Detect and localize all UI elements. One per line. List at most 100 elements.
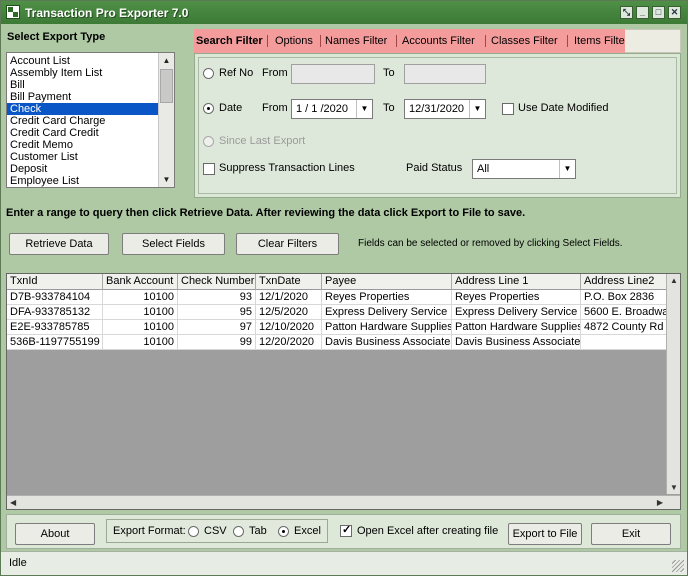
use-date-modified-checkbox[interactable] — [502, 103, 514, 115]
format-excel-radio[interactable] — [278, 526, 289, 537]
open-excel-checkbox[interactable] — [340, 523, 352, 537]
select-fields-hint: Fields can be selected or removed by cli… — [358, 238, 623, 249]
cell-bank-account: 10100 — [103, 305, 178, 320]
cell-address-2: 4872 County Rd — [581, 320, 673, 335]
chevron-down-icon[interactable]: ▼ — [469, 100, 485, 118]
list-item[interactable]: Credit Card Charge — [7, 115, 159, 127]
date-from-picker[interactable]: 1 / 1 /2020 ▼ — [291, 99, 373, 119]
scroll-up-icon[interactable]: ▲ — [159, 53, 174, 68]
since-last-export-radio[interactable] — [203, 136, 214, 147]
tab-classes-filter[interactable]: Classes Filter — [491, 35, 558, 47]
cell-address-2: 5600 E. Broadway — [581, 305, 673, 320]
scroll-up-icon[interactable]: ▲ — [670, 276, 678, 285]
list-item[interactable]: Account List — [7, 55, 159, 67]
list-item-selected[interactable]: Check — [7, 103, 159, 115]
tabstrip-filler — [625, 29, 681, 53]
open-excel-label: Open Excel after creating file — [357, 525, 499, 537]
column-header[interactable]: Check Number — [178, 274, 256, 290]
tab-accounts-filter[interactable]: Accounts Filter — [402, 35, 475, 47]
cell-bank-account: 10100 — [103, 320, 178, 335]
date-radio[interactable] — [203, 103, 214, 114]
tab-options[interactable]: Options — [275, 35, 313, 47]
refno-label: Ref No — [219, 67, 254, 79]
select-fields-button[interactable]: Select Fields — [122, 233, 225, 255]
title-bar[interactable]: Transaction Pro Exporter 7.0 ⤡ _ □ ✕ — [1, 1, 687, 24]
column-header[interactable]: Address Line2 — [581, 274, 673, 290]
grid-vertical-scrollbar[interactable]: ▲ ▼ — [666, 274, 680, 494]
table-row[interactable]: 536B-1197755199 10100 99 12/20/2020 Davi… — [7, 335, 680, 350]
cell-address-1: Davis Business Associates — [452, 335, 581, 350]
scroll-right-icon[interactable]: ▶ — [657, 498, 663, 507]
tab-divider — [485, 35, 486, 47]
scroll-down-icon[interactable]: ▼ — [159, 172, 174, 187]
table-row[interactable]: D7B-933784104 10100 93 12/1/2020 Reyes P… — [7, 290, 680, 305]
status-bar: Idle — [1, 551, 687, 575]
list-item[interactable]: Bill Payment — [7, 91, 159, 103]
column-header[interactable]: Bank Account — [103, 274, 178, 290]
exit-button[interactable]: Exit — [591, 523, 671, 545]
close-button[interactable]: ✕ — [668, 6, 681, 19]
tab-divider — [320, 35, 321, 47]
cell-txndate: 12/10/2020 — [256, 320, 322, 335]
refno-radio[interactable] — [203, 68, 214, 79]
scroll-thumb[interactable] — [160, 69, 173, 103]
maximize-button[interactable]: □ — [652, 6, 665, 19]
column-header[interactable]: TxnDate — [256, 274, 322, 290]
results-grid[interactable]: TxnId Bank Account Check Number TxnDate … — [6, 273, 681, 510]
table-row[interactable]: DFA-933785132 10100 95 12/5/2020 Express… — [7, 305, 680, 320]
scroll-left-icon[interactable]: ◀ — [10, 498, 16, 507]
cell-payee: Patton Hardware Supplies — [322, 320, 452, 335]
refno-from-input[interactable] — [291, 64, 375, 84]
retrieve-data-button[interactable]: Retrieve Data — [9, 233, 109, 255]
use-date-modified-label: Use Date Modified — [518, 102, 609, 114]
list-item[interactable]: Credit Memo — [7, 139, 159, 151]
cell-address-1: Patton Hardware Supplies — [452, 320, 581, 335]
cell-txndate: 12/20/2020 — [256, 335, 322, 350]
filter-tabs: Search Filter Options Names Filter Accou… — [194, 29, 628, 53]
chevron-down-icon[interactable]: ▼ — [356, 100, 372, 118]
paid-status-select[interactable]: All ▼ — [472, 159, 576, 179]
cell-payee: Express Delivery Service — [322, 305, 452, 320]
list-item[interactable]: Assembly Item List — [7, 67, 159, 79]
tab-search-filter[interactable]: Search Filter — [196, 35, 263, 47]
suppress-lines-checkbox[interactable] — [203, 163, 215, 175]
cell-bank-account: 10100 — [103, 335, 178, 350]
format-tab-radio[interactable] — [233, 526, 244, 537]
list-item[interactable]: Employee List — [7, 175, 159, 187]
list-item[interactable]: Bill — [7, 79, 159, 91]
restore-window-icon[interactable]: ⤡ — [620, 6, 633, 19]
column-header[interactable]: Payee — [322, 274, 452, 290]
grid-header: TxnId Bank Account Check Number TxnDate … — [7, 274, 680, 290]
about-button[interactable]: About — [15, 523, 95, 545]
cell-payee: Reyes Properties — [322, 290, 452, 305]
export-to-file-button[interactable]: Export to File — [508, 523, 582, 545]
column-header[interactable]: Address Line 1 — [452, 274, 581, 290]
list-item[interactable]: Deposit — [7, 163, 159, 175]
table-row[interactable]: E2E-933785785 10100 97 12/10/2020 Patton… — [7, 320, 680, 335]
cell-txndate: 12/1/2020 — [256, 290, 322, 305]
format-tab-label: Tab — [249, 525, 267, 537]
grid-horizontal-scrollbar[interactable]: ◀ ▶ — [7, 495, 680, 509]
tab-items-filter[interactable]: Items Filter — [574, 35, 628, 47]
list-item[interactable]: Credit Card Credit — [7, 127, 159, 139]
list-item[interactable]: Customer List — [7, 151, 159, 163]
date-from-label: From — [262, 102, 288, 114]
chevron-down-icon[interactable]: ▼ — [559, 160, 575, 178]
date-label: Date — [219, 102, 243, 114]
cell-txnid: D7B-933784104 — [7, 290, 103, 305]
clear-filters-button[interactable]: Clear Filters — [236, 233, 339, 255]
cell-bank-account: 10100 — [103, 290, 178, 305]
export-type-list[interactable]: Account List Assembly Item List Bill Bil… — [6, 52, 175, 188]
date-to-picker[interactable]: 12/31/2020 ▼ — [404, 99, 486, 119]
format-csv-radio[interactable] — [188, 526, 199, 537]
scroll-down-icon[interactable]: ▼ — [670, 483, 678, 492]
column-header[interactable]: TxnId — [7, 274, 103, 290]
tab-names-filter[interactable]: Names Filter — [325, 35, 387, 47]
instructions-text: Enter a range to query then click Retrie… — [6, 207, 526, 219]
resize-grip-icon[interactable] — [672, 560, 684, 572]
cell-txnid: E2E-933785785 — [7, 320, 103, 335]
refno-to-input[interactable] — [404, 64, 486, 84]
list-scrollbar[interactable]: ▲ ▼ — [158, 53, 174, 187]
minimize-button[interactable]: _ — [636, 6, 649, 19]
suppress-lines-label: Suppress Transaction Lines — [219, 162, 355, 174]
